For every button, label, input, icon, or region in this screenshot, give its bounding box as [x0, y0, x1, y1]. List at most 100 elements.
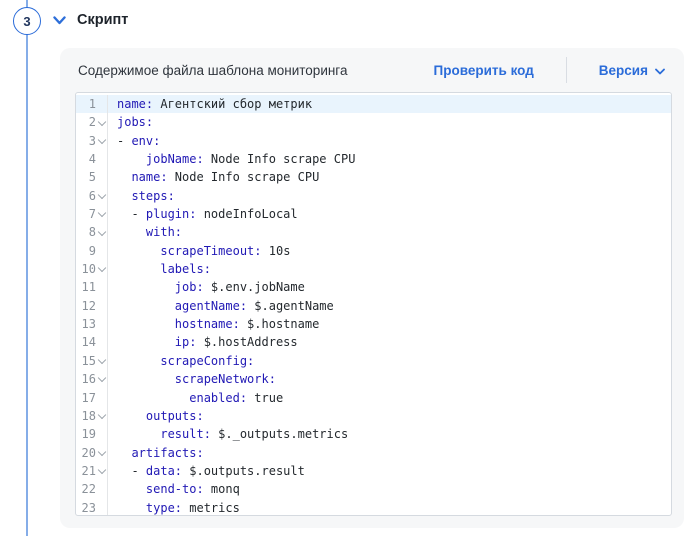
yaml-key-token: jobs:	[117, 115, 153, 129]
yaml-text-token: -	[117, 464, 146, 478]
yaml-key-token: with:	[146, 225, 182, 239]
code-line[interactable]: 23 type: metrics	[76, 499, 671, 516]
line-number: 2	[76, 113, 108, 131]
code-line[interactable]: 7 - plugin: nodeInfoLocal	[76, 205, 671, 223]
code-line[interactable]: 1name: Агентский сбор метрик	[76, 95, 671, 113]
yaml-key-token: data:	[146, 464, 182, 478]
yaml-text-token: Node Info scrape CPU	[204, 152, 356, 166]
yaml-text-token: monq	[204, 482, 240, 496]
code-line[interactable]: 3- env:	[76, 132, 671, 150]
code-line[interactable]: 5 name: Node Info scrape CPU	[76, 168, 671, 186]
line-number: 10	[76, 260, 108, 278]
yaml-key-token: scrapeConfig:	[160, 354, 254, 368]
yaml-text-token: -	[117, 207, 146, 221]
yaml-text-token: $._outputs.metrics	[211, 427, 348, 441]
code-line[interactable]: 19 result: $._outputs.metrics	[76, 425, 671, 443]
check-code-button[interactable]: Проверить код	[434, 63, 534, 78]
line-number: 12	[76, 297, 108, 315]
fold-chevron-icon[interactable]	[98, 374, 106, 382]
yaml-text-token: Агентский сбор метрик	[153, 97, 312, 111]
yaml-key-token: outputs:	[146, 409, 204, 423]
yaml-text-token: $.outputs.result	[182, 464, 305, 478]
yaml-key-token: ip:	[175, 335, 197, 349]
fold-chevron-icon[interactable]	[98, 264, 106, 272]
yaml-text-token	[117, 244, 160, 258]
yaml-text-token: $.hostname	[240, 317, 319, 331]
code-line[interactable]: 13 hostname: $.hostname	[76, 315, 671, 333]
line-number: 22	[76, 480, 108, 498]
code-line[interactable]: 10 labels:	[76, 260, 671, 278]
script-panel: Содержимое файла шаблона мониторинга Про…	[60, 48, 684, 528]
yaml-key-token: send-to:	[146, 482, 204, 496]
code-line[interactable]: 11 job: $.env.jobName	[76, 278, 671, 296]
fold-chevron-icon[interactable]	[98, 466, 106, 474]
yaml-key-token: agentName:	[175, 299, 247, 313]
code-line[interactable]: 2 jobs:	[76, 113, 671, 131]
yaml-text-token: 10s	[262, 244, 291, 258]
line-number: 9	[76, 242, 108, 260]
line-number: 19	[76, 425, 108, 443]
fold-chevron-icon[interactable]	[98, 411, 106, 419]
yaml-key-token: scrapeTimeout:	[160, 244, 261, 258]
code-line[interactable]: 9 scrapeTimeout: 10s	[76, 242, 671, 260]
yaml-text-token	[117, 335, 175, 349]
collapse-chevron-icon[interactable]	[53, 16, 66, 25]
code-line[interactable]: 21 - data: $.outputs.result	[76, 462, 671, 480]
yaml-text-token	[117, 170, 131, 184]
code-line[interactable]: 8 with:	[76, 223, 671, 241]
code-line[interactable]: 14 ip: $.hostAddress	[76, 333, 671, 351]
yaml-key-token: steps:	[131, 189, 174, 203]
line-number: 23	[76, 499, 108, 516]
yaml-text-token	[117, 317, 175, 331]
yaml-key-token: jobName:	[146, 152, 204, 166]
code-text: outputs:	[108, 407, 204, 425]
check-code-label: Проверить код	[434, 63, 534, 78]
line-number: 13	[76, 315, 108, 333]
code-editor[interactable]: 1name: Агентский сбор метрик2 jobs: 3- env…	[75, 92, 672, 516]
yaml-text-token: metrics	[182, 501, 240, 515]
yaml-key-token: hostname:	[175, 317, 240, 331]
code-line[interactable]: 17 enabled: true	[76, 389, 671, 407]
code-text: name: Агентский сбор метрик	[108, 95, 312, 113]
fold-chevron-icon[interactable]	[98, 209, 106, 217]
yaml-text-token	[117, 446, 131, 460]
code-text: ip: $.hostAddress	[108, 333, 298, 351]
code-text: agentName: $.agentName	[108, 297, 334, 315]
fold-chevron-icon[interactable]	[98, 191, 106, 199]
fold-chevron-icon[interactable]	[98, 117, 106, 125]
code-line[interactable]: 6 steps:	[76, 187, 671, 205]
fold-chevron-icon[interactable]	[98, 136, 106, 144]
yaml-text-token	[117, 482, 146, 496]
version-button[interactable]: Версия	[599, 63, 665, 78]
code-line[interactable]: 18 outputs:	[76, 407, 671, 425]
code-text: scrapeConfig:	[108, 352, 254, 370]
fold-chevron-icon[interactable]	[98, 227, 106, 235]
line-number: 16	[76, 370, 108, 388]
code-line[interactable]: 15 scrapeConfig:	[76, 352, 671, 370]
yaml-key-token: scrapeNetwork:	[175, 372, 276, 386]
code-text: - data: $.outputs.result	[108, 462, 305, 480]
yaml-text-token	[117, 354, 160, 368]
line-number: 20	[76, 444, 108, 462]
fold-chevron-icon[interactable]	[98, 356, 106, 364]
panel-header: Содержимое файла шаблона мониторинга Про…	[60, 48, 684, 92]
code-line[interactable]: 22 send-to: monq	[76, 480, 671, 498]
panel-title: Содержимое файла шаблона мониторинга	[78, 63, 434, 78]
version-label: Версия	[599, 63, 648, 78]
code-line[interactable]: 12 agentName: $.agentName	[76, 297, 671, 315]
code-line[interactable]: 16 scrapeNetwork:	[76, 370, 671, 388]
code-line[interactable]: 4 jobName: Node Info scrape CPU	[76, 150, 671, 168]
code-text: send-to: monq	[108, 480, 240, 498]
yaml-text-token	[117, 299, 175, 313]
code-text: - env:	[108, 132, 160, 150]
yaml-key-token: labels:	[160, 262, 211, 276]
fold-chevron-icon[interactable]	[98, 447, 106, 455]
code-text: - plugin: nodeInfoLocal	[108, 205, 298, 223]
code-text: name: Node Info scrape CPU	[108, 168, 319, 186]
code-text: labels:	[108, 260, 211, 278]
code-text: hostname: $.hostname	[108, 315, 319, 333]
code-line[interactable]: 20 artifacts:	[76, 444, 671, 462]
yaml-text-token	[117, 427, 160, 441]
yaml-text-token	[117, 189, 131, 203]
step-number: 3	[23, 14, 30, 29]
